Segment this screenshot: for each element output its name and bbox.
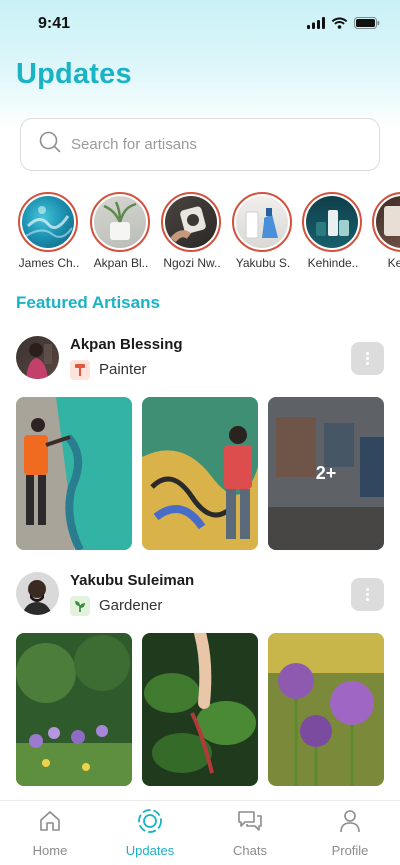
chats-icon [210, 807, 290, 835]
more-options-button[interactable] [351, 578, 384, 611]
story-ring [18, 192, 78, 252]
story-name: Kehinde.. [307, 256, 359, 270]
story-image [165, 196, 217, 248]
plant-icon [70, 596, 90, 616]
story-name: Yakubu S. [235, 256, 291, 270]
avatar[interactable] [16, 572, 59, 615]
home-icon [10, 807, 90, 835]
tab-updates[interactable]: Updates [110, 807, 190, 858]
story-image [306, 196, 358, 248]
story-ring [302, 192, 362, 252]
status-icons [307, 16, 380, 34]
story-item[interactable]: Kehin [372, 192, 400, 270]
story-image [22, 196, 74, 248]
story-item[interactable]: Kehinde.. [302, 192, 364, 270]
story-item[interactable]: Yakubu S. [232, 192, 294, 270]
photo-row: 2+ [16, 397, 384, 550]
avatar[interactable] [16, 336, 59, 379]
work-photo[interactable] [16, 397, 132, 550]
paint-roller-icon [70, 360, 90, 380]
work-photo[interactable]: 2+ [268, 397, 384, 550]
artisan-name[interactable]: Yakubu Suleiman [70, 572, 194, 589]
search-bar[interactable] [20, 118, 380, 171]
status-bar: 9:41 [0, 0, 400, 48]
artisan-name[interactable]: Akpan Blessing [70, 336, 183, 353]
story-ring [372, 192, 400, 252]
battery-icon [354, 16, 380, 34]
work-photo[interactable] [142, 397, 258, 550]
work-photo[interactable] [16, 633, 132, 786]
tab-profile[interactable]: Profile [310, 807, 390, 858]
tab-chats[interactable]: Chats [210, 807, 290, 858]
story-item[interactable]: Akpan Bl.. [90, 192, 152, 270]
profile-icon [310, 807, 390, 835]
wifi-icon [331, 16, 348, 34]
story-ring [232, 192, 292, 252]
role-label: Painter [99, 361, 147, 378]
status-time: 9:41 [38, 15, 71, 32]
stories-row[interactable]: James Ch.. Akpan Bl.. Ngozi Nw.. Yakubu … [0, 192, 400, 272]
cellular-signal-icon [307, 16, 325, 34]
story-name: Kehin [387, 256, 400, 270]
more-options-button[interactable] [351, 342, 384, 375]
artisan-header[interactable]: Akpan Blessing Painter [16, 336, 384, 386]
updates-icon [110, 807, 190, 835]
tab-label: Home [32, 843, 68, 858]
story-image [94, 196, 146, 248]
story-name: Ngozi Nw.. [163, 256, 221, 270]
role-label: Gardener [99, 597, 163, 614]
story-item[interactable]: Ngozi Nw.. [161, 192, 223, 270]
search-input[interactable] [71, 136, 351, 153]
work-photo[interactable] [268, 633, 384, 786]
story-item[interactable]: James Ch.. [18, 192, 80, 270]
story-name: James Ch.. [18, 256, 80, 270]
story-image [236, 196, 288, 248]
section-title: Featured Artisans [16, 293, 160, 312]
tab-label: Updates [125, 843, 175, 858]
tab-label: Profile [331, 843, 369, 858]
bottom-tab-bar: Home Updates Chats Profile [0, 800, 400, 865]
page-title: Updates [16, 58, 132, 90]
photo-row [16, 633, 384, 786]
more-photos-count: 2+ [315, 463, 337, 483]
story-image [376, 196, 400, 248]
story-name: Akpan Bl.. [93, 256, 149, 270]
story-ring [90, 192, 150, 252]
search-icon [39, 131, 61, 158]
artisan-header[interactable]: Yakubu Suleiman Gardener [16, 572, 384, 622]
tab-home[interactable]: Home [10, 807, 90, 858]
story-ring [161, 192, 221, 252]
tab-label: Chats [233, 843, 267, 858]
work-photo[interactable] [142, 633, 258, 786]
more-photos-overlay[interactable]: 2+ [268, 397, 384, 550]
